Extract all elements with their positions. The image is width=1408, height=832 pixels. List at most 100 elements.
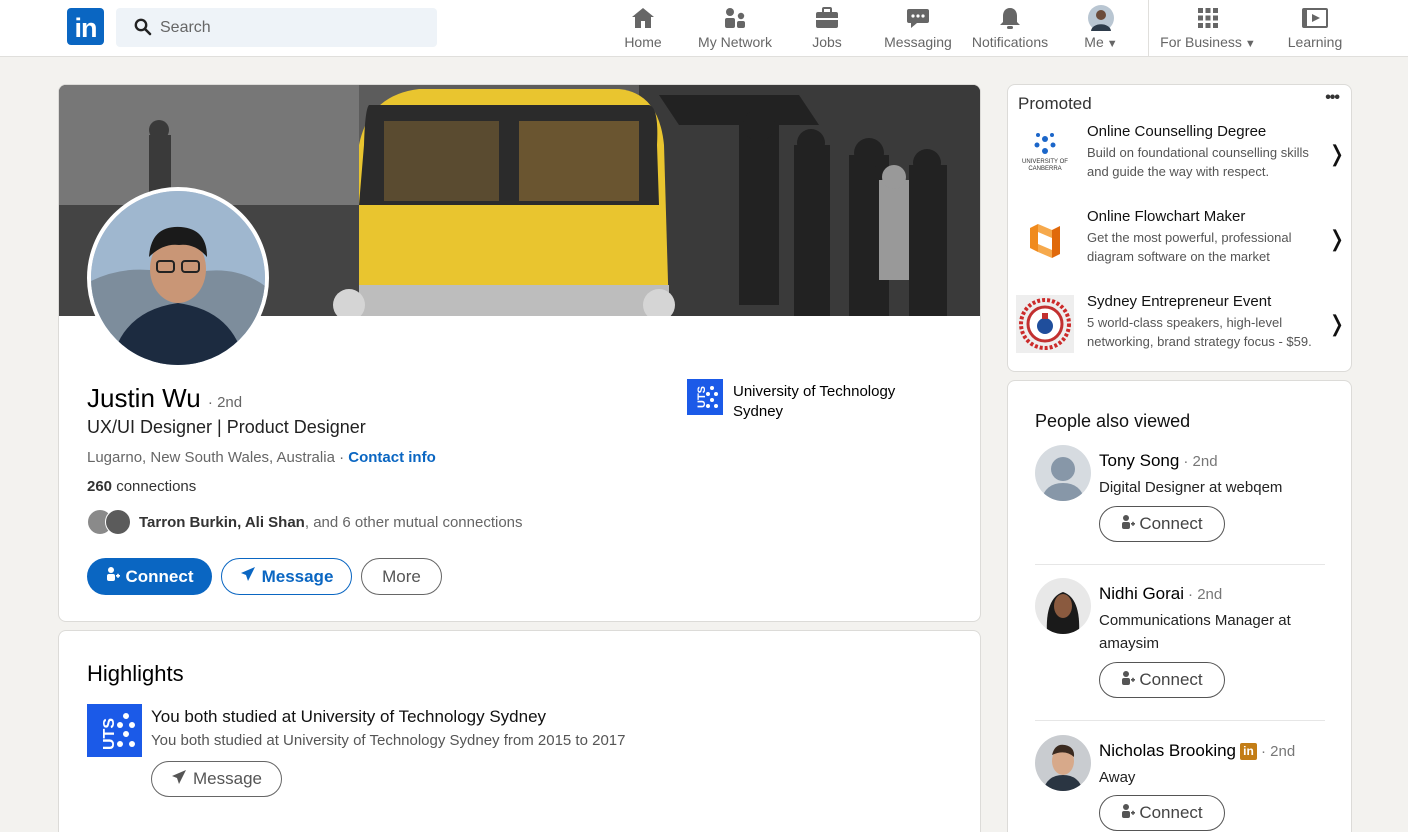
promoted-card: Promoted ••• UNIVERSITY OF CANBERRA Onli… xyxy=(1007,84,1352,372)
play-icon xyxy=(1302,8,1328,28)
add-person-icon xyxy=(1121,670,1136,691)
person-name[interactable]: Nidhi Gorai · 2nd xyxy=(1099,584,1222,604)
mutual-connections[interactable]: Tarron Burkin, Ali Shan, and 6 other mut… xyxy=(87,505,523,539)
nav-jobs[interactable]: Jobs xyxy=(806,6,848,52)
person-degree: · 2nd xyxy=(1183,452,1218,470)
person-avatar xyxy=(1035,735,1091,791)
mutual-rest: , and 6 other mutual connections xyxy=(304,513,523,531)
divider xyxy=(1035,564,1325,565)
person-connect-label: Connect xyxy=(1139,803,1203,822)
connections-count[interactable]: 260 connections xyxy=(87,478,196,495)
nav-me-label: Me ▼ xyxy=(1084,34,1118,50)
ad-title: Sydney Entrepreneur Event xyxy=(1087,293,1272,310)
person-title: Away xyxy=(1099,769,1136,786)
contact-info-link[interactable]: Contact info xyxy=(348,449,436,466)
search-input[interactable] xyxy=(160,8,420,47)
message-button[interactable]: Message xyxy=(221,558,352,595)
home-icon xyxy=(632,8,654,28)
person-degree: · 2nd xyxy=(1188,585,1223,603)
people-also-viewed-card: People also viewed Tony Song · 2nd Digit… xyxy=(1007,380,1352,832)
person-avatar xyxy=(1035,445,1091,501)
location-text: Lugarno, New South Wales, Australia · xyxy=(87,449,345,466)
nav-for-business-label: For Business ▼ xyxy=(1160,34,1256,50)
person-title: Digital Designer at webqem xyxy=(1099,479,1283,496)
uts-logo-mark: UTS xyxy=(101,712,135,750)
bell-icon xyxy=(1000,8,1020,29)
chevron-right-icon: ❭ xyxy=(1327,226,1346,251)
person-item[interactable]: Tony Song · 2nd Digital Designer at webq… xyxy=(1035,445,1325,545)
mutual-names: Tarron Burkin, Ali Shan xyxy=(139,513,305,531)
person-item[interactable]: Nicholas Brooking in · 2nd Away Connect xyxy=(1035,735,1325,832)
nav-notifications[interactable]: Notifications xyxy=(969,6,1051,52)
more-options-icon[interactable]: ••• xyxy=(1325,89,1340,107)
person-name[interactable]: Nicholas Brooking in · 2nd xyxy=(1099,741,1295,761)
profile-location: Lugarno, New South Wales, Australia · Co… xyxy=(87,449,436,466)
ad-description: Build on foundational counselling skills… xyxy=(1087,145,1309,179)
mutual-avatar xyxy=(105,509,131,535)
nav-my-network[interactable]: My Network xyxy=(694,6,776,52)
connection-degree: · 2nd xyxy=(207,394,243,411)
university-of-canberra-logo-text: UNIVERSITY OF CANBERRA xyxy=(1022,159,1068,172)
messaging-icon xyxy=(907,9,929,28)
person-connect-label: Connect xyxy=(1139,670,1203,689)
top-nav: in Home My Network Jobs Messaging Notifi… xyxy=(0,0,1408,57)
promoted-ad[interactable]: Sydney Entrepreneur Event 5 world-class … xyxy=(1016,291,1351,371)
message-button-label: Message xyxy=(261,566,334,586)
connections-label: connections xyxy=(116,478,197,495)
connect-button-label: Connect xyxy=(125,566,194,586)
promoted-ad[interactable]: Online Flowchart Maker Get the most powe… xyxy=(1016,206,1351,286)
me-avatar xyxy=(1088,5,1114,31)
chevron-down-icon: ▼ xyxy=(1241,38,1256,50)
ad-title: Online Counselling Degree xyxy=(1087,123,1267,140)
entrepreneur-event-logo xyxy=(1016,295,1074,353)
send-icon xyxy=(240,566,256,587)
profile-photo[interactable] xyxy=(87,187,269,369)
uts-logo[interactable]: UTS xyxy=(87,704,142,757)
person-avatar xyxy=(1035,578,1091,634)
nav-me[interactable]: Me ▼ xyxy=(1080,5,1122,52)
people-also-viewed-title: People also viewed xyxy=(1035,411,1191,431)
connect-button[interactable]: Connect xyxy=(87,558,212,595)
add-person-icon xyxy=(106,566,120,587)
chevron-right-icon: ❭ xyxy=(1327,311,1346,336)
nav-messaging[interactable]: Messaging xyxy=(884,6,952,52)
nav-learning[interactable]: Learning xyxy=(1286,6,1344,52)
person-item[interactable]: Nidhi Gorai · 2nd Communications Manager… xyxy=(1035,578,1325,698)
person-connect-button[interactable]: Connect xyxy=(1099,662,1225,698)
nav-jobs-label: Jobs xyxy=(812,34,842,50)
uts-logo-mark: UTS xyxy=(696,386,718,408)
uts-logo[interactable]: UTS xyxy=(687,379,723,415)
person-name-text: Nicholas Brooking xyxy=(1099,741,1237,760)
nav-for-business[interactable]: For Business ▼ xyxy=(1160,6,1256,52)
add-person-icon xyxy=(1121,803,1136,824)
person-title: Communications Manager at amaysim xyxy=(1099,612,1291,652)
nav-notifications-label: Notifications xyxy=(971,34,1049,50)
promoted-label: Promoted xyxy=(1018,94,1092,113)
person-name-text: Tony Song xyxy=(1099,451,1180,470)
ad-title: Online Flowchart Maker xyxy=(1087,208,1246,225)
nav-my-network-label: My Network xyxy=(698,34,772,50)
highlight-message-label: Message xyxy=(193,769,262,788)
mutual-text: Tarron Burkin, Ali Shan, and 6 other mut… xyxy=(139,514,523,531)
person-name[interactable]: Tony Song · 2nd xyxy=(1099,451,1218,471)
search-bar[interactable] xyxy=(116,8,437,47)
person-connect-label: Connect xyxy=(1139,514,1203,533)
highlight-message-button[interactable]: Message xyxy=(151,761,282,797)
person-connect-button[interactable]: Connect xyxy=(1099,506,1225,542)
divider xyxy=(1035,720,1325,721)
more-button[interactable]: More xyxy=(361,558,442,595)
person-connect-button[interactable]: Connect xyxy=(1099,795,1225,831)
profile-name: Justin Wu · 2nd xyxy=(87,383,242,414)
school-name[interactable]: University of Technology Sydney xyxy=(733,382,933,422)
more-button-label: More xyxy=(382,566,421,586)
flowchart-logo xyxy=(1016,210,1074,268)
linkedin-logo[interactable]: in xyxy=(67,8,104,45)
nav-messaging-label: Messaging xyxy=(884,34,952,50)
uts-logo-text: UTS xyxy=(696,386,708,408)
nav-home[interactable]: Home xyxy=(617,6,669,52)
profile-photo-image xyxy=(91,191,265,365)
connections-number: 260 xyxy=(87,478,113,495)
promoted-ad[interactable]: UNIVERSITY OF CANBERRA Online Counsellin… xyxy=(1016,121,1351,201)
nav-divider xyxy=(1148,0,1149,57)
uts-logo-text: UTS xyxy=(101,717,118,749)
